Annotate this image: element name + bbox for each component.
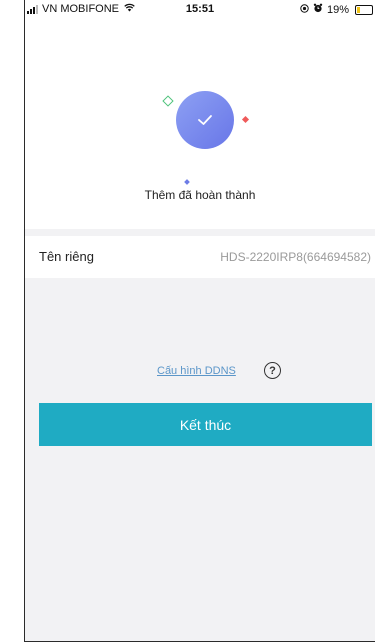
device-name-label: Tên riêng [39,249,94,264]
status-right: 19% [300,3,373,16]
decorative-diamond-green [162,95,174,107]
app-screen: VN MOBIFONE 15:51 19% Thêm đã hoàn thành… [24,0,375,642]
decorative-diamond-red [241,115,250,124]
checkmark-icon [198,115,212,125]
battery-icon [355,4,373,15]
success-check-badge [176,91,234,149]
ddns-config-link[interactable]: Cấu hình DDNS [157,365,236,377]
device-name-value: HDS-2220IRP8(664694582) [220,250,371,264]
decorative-diamond-blue [184,179,190,185]
location-icon [300,3,309,16]
battery-percent: 19% [326,3,349,16]
ddns-config-row: Cấu hình DDNS ? [25,362,375,382]
device-name-row[interactable]: Tên riêng HDS-2220IRP8(664694582) [25,236,375,278]
success-message: Thêm đã hoàn thành [144,188,256,202]
status-bar: VN MOBIFONE 15:51 19% [25,0,375,18]
finish-button[interactable]: Kết thúc [39,403,372,446]
question-circle-icon[interactable]: ? [264,362,281,379]
alarm-icon [313,3,323,16]
battery-level-fill [357,6,360,13]
